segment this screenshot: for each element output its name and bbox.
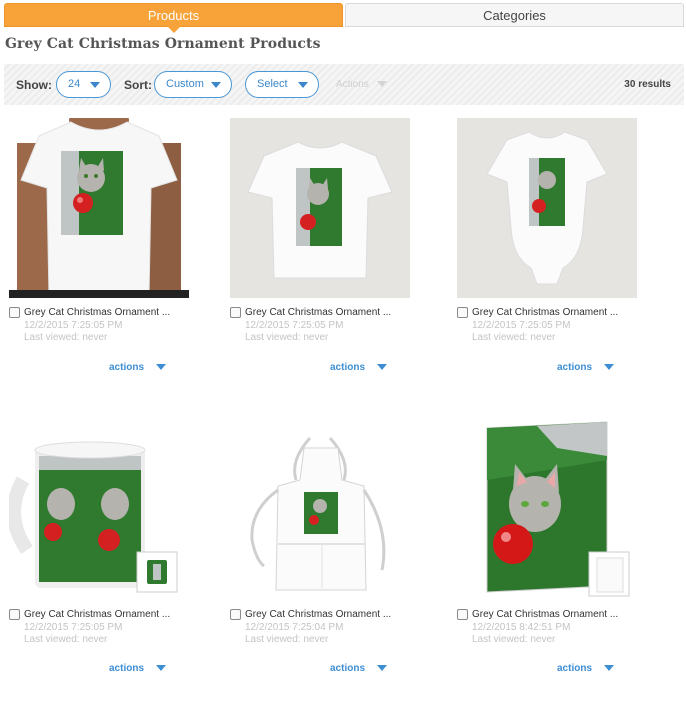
bulk-actions-label: Actions [336,79,369,90]
tab-categories[interactable]: Categories [345,3,684,27]
tab-products[interactable]: Products [4,3,343,33]
product-name[interactable]: Grey Cat Christmas Ornament ... [472,609,618,620]
chevron-down-icon [90,82,100,88]
product-last-viewed: Last viewed: never [245,634,329,645]
chevron-down-icon [604,665,615,672]
product-image-kids-tshirt[interactable] [9,118,189,298]
select-dropdown[interactable]: Select [245,71,319,98]
product-date: 12/2/2015 7:25:05 PM [472,320,571,331]
product-image-baby-bodysuit[interactable] [457,118,637,298]
product-name[interactable]: Grey Cat Christmas Ornament ... [245,307,391,318]
chevron-down-icon [604,364,615,371]
chevron-down-icon [156,665,167,672]
product-card: Grey Cat Christmas Ornament ... 12/2/201… [230,420,450,708]
product-checkbox[interactable] [457,609,468,620]
product-name[interactable]: Grey Cat Christmas Ornament ... [472,307,618,318]
product-card: Grey Cat Christmas Ornament ... 12/2/201… [9,118,229,408]
product-name[interactable]: Grey Cat Christmas Ornament ... [24,609,170,620]
sort-label: Sort: [124,78,152,92]
chevron-down-icon [377,364,388,371]
product-actions-label: actions [109,362,145,373]
page-title: Grey Cat Christmas Ornament Products [5,36,321,52]
product-date: 12/2/2015 7:25:05 PM [245,320,344,331]
select-label: Select [257,78,288,90]
product-checkbox[interactable] [230,609,241,620]
show-dropdown[interactable]: 24 [56,71,111,98]
product-actions-label: actions [330,362,366,373]
product-actions-dropdown[interactable]: actions [330,663,388,674]
chevron-down-icon [156,364,167,371]
product-last-viewed: Last viewed: never [245,332,329,343]
product-actions-label: actions [557,362,593,373]
product-name[interactable]: Grey Cat Christmas Ornament ... [24,307,170,318]
product-last-viewed: Last viewed: never [472,634,556,645]
product-card: Grey Cat Christmas Ornament ... 12/2/201… [9,420,229,708]
sort-value: Custom [166,78,204,90]
product-checkbox[interactable] [9,609,20,620]
product-actions-label: actions [557,663,593,674]
product-actions-label: actions [109,663,145,674]
show-value: 24 [68,78,81,90]
chevron-down-icon [211,82,221,88]
product-actions-dropdown[interactable]: actions [557,663,615,674]
chevron-down-icon [298,82,308,88]
product-actions-dropdown[interactable]: actions [557,362,615,373]
product-last-viewed: Last viewed: never [24,332,108,343]
product-date: 12/2/2015 7:25:05 PM [24,622,123,633]
product-image-greeting-card[interactable] [457,420,637,600]
product-checkbox[interactable] [457,307,468,318]
product-checkbox[interactable] [230,307,241,318]
product-last-viewed: Last viewed: never [472,332,556,343]
product-name[interactable]: Grey Cat Christmas Ornament ... [245,609,391,620]
product-last-viewed: Last viewed: never [24,634,108,645]
show-label: Show: [16,78,52,92]
product-image-mug[interactable] [9,420,189,600]
chevron-down-icon [377,665,388,672]
product-card: Grey Cat Christmas Ornament ... 12/2/201… [230,118,450,408]
product-date: 12/2/2015 7:25:05 PM [24,320,123,331]
toolbar: Show: 24 Sort: Custom Select Actions 30 … [4,64,684,105]
product-card: Grey Cat Christmas Ornament ... 12/2/201… [457,420,677,708]
product-actions-dropdown[interactable]: actions [109,663,167,674]
sort-dropdown[interactable]: Custom [154,71,232,98]
product-actions-dropdown[interactable]: actions [330,362,388,373]
product-card: Grey Cat Christmas Ornament ... 12/2/201… [457,118,677,408]
tab-bar: Products Categories [4,3,684,33]
product-date: 12/2/2015 7:25:04 PM [245,622,344,633]
product-checkbox[interactable] [9,307,20,318]
results-count: 30 results [624,79,671,90]
product-image-apron[interactable] [230,420,410,600]
bulk-actions-dropdown: Actions [336,79,387,90]
product-image-toddler-tshirt[interactable] [230,118,410,298]
product-actions-dropdown[interactable]: actions [109,362,167,373]
product-actions-label: actions [330,663,366,674]
chevron-down-icon [376,81,387,88]
product-date: 12/2/2015 8:42:51 PM [472,622,571,633]
